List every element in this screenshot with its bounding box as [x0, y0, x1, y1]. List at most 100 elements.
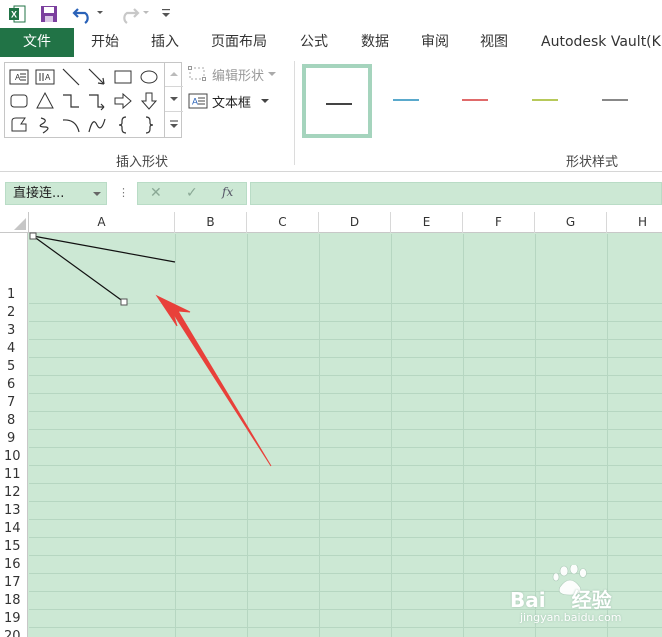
gridline — [29, 411, 662, 412]
formula-bar-resize-handle[interactable]: ⋮ — [118, 186, 129, 199]
svg-text:A: A — [45, 73, 51, 82]
edit-shape-button[interactable]: 编辑形状 — [188, 65, 277, 84]
cancel-icon[interactable]: ✕ — [150, 185, 162, 201]
shape-style-1[interactable] — [302, 64, 372, 138]
tab-review[interactable]: 审阅 — [421, 28, 449, 57]
select-all-button[interactable] — [0, 212, 29, 233]
column-header[interactable]: F — [463, 212, 535, 233]
gridline — [463, 234, 464, 637]
shape-style-3[interactable] — [446, 64, 516, 138]
expand-gallery-icon — [170, 120, 178, 128]
row-header[interactable]: 2 — [0, 305, 28, 320]
watermark-url: jingyan.baidu.com — [520, 611, 622, 624]
rounded-rectangle-shape-icon[interactable] — [8, 90, 30, 112]
freeform-shape-icon[interactable] — [8, 114, 30, 136]
shape-style-2[interactable] — [374, 64, 444, 138]
tab-autodesk-vault[interactable]: Autodesk Vault(K — [541, 28, 661, 57]
row-header[interactable]: 7 — [0, 395, 28, 410]
row-header[interactable]: 13 — [0, 503, 28, 518]
shape-style-5[interactable] — [590, 64, 660, 138]
chevron-down-icon[interactable] — [93, 191, 101, 197]
triangle-shape-icon[interactable] — [34, 90, 56, 112]
gridline — [29, 555, 662, 556]
redo-dropdown-icon[interactable] — [142, 8, 150, 18]
arrow-line-shape-icon[interactable] — [86, 66, 108, 88]
select-all-triangle-icon — [14, 218, 26, 230]
redo-icon[interactable] — [118, 4, 140, 24]
undo-dropdown-icon[interactable] — [96, 8, 104, 18]
column-header[interactable]: D — [319, 212, 391, 233]
gridline — [29, 321, 662, 322]
oval-shape-icon[interactable] — [138, 66, 160, 88]
tab-data[interactable]: 数据 — [361, 28, 389, 57]
shape-styles-group-label: 形状样式 — [566, 155, 619, 170]
customize-toolbar-icon[interactable] — [160, 7, 172, 19]
curve-shape-icon[interactable] — [86, 114, 108, 136]
row-header[interactable]: 14 — [0, 521, 28, 536]
row-header[interactable]: 17 — [0, 575, 28, 590]
column-header[interactable]: A — [29, 212, 175, 233]
formula-bar: 直接连... ⋮ ✕ ✓ fx — [0, 172, 662, 212]
shape-gallery-scroll — [164, 62, 183, 138]
shape-style-4[interactable] — [518, 64, 588, 138]
gallery-more-button[interactable] — [165, 112, 183, 137]
row-header[interactable]: 15 — [0, 539, 28, 554]
row-header[interactable]: 12 — [0, 485, 28, 500]
gridline — [29, 447, 662, 448]
rectangle-shape-icon[interactable] — [112, 66, 134, 88]
enter-icon[interactable]: ✓ — [186, 185, 198, 201]
gallery-scroll-up-button[interactable] — [165, 62, 183, 87]
row-header[interactable]: 16 — [0, 557, 28, 572]
column-header[interactable]: B — [175, 212, 247, 233]
elbow-connector-shape-icon[interactable] — [60, 90, 82, 112]
formula-input[interactable] — [250, 182, 662, 205]
row-header[interactable]: 10 — [0, 449, 28, 464]
down-arrow-shape-icon[interactable] — [138, 90, 160, 112]
row-header[interactable]: 5 — [0, 359, 28, 374]
tab-insert[interactable]: 插入 — [151, 28, 179, 57]
row-header[interactable]: 11 — [0, 467, 28, 482]
right-brace-shape-icon[interactable] — [138, 114, 160, 136]
row-header[interactable]: 4 — [0, 341, 28, 356]
gridline — [29, 537, 662, 538]
row-header[interactable]: 20 — [0, 629, 28, 637]
save-icon[interactable] — [40, 5, 58, 23]
tab-file[interactable]: 文件 — [0, 28, 74, 57]
row-header[interactable]: 9 — [0, 431, 28, 446]
undo-icon[interactable] — [72, 4, 94, 24]
gallery-scroll-down-button[interactable] — [165, 87, 183, 112]
line-shape-icon[interactable] — [60, 66, 82, 88]
name-box[interactable]: 直接连... — [5, 182, 107, 205]
row-header[interactable]: 3 — [0, 323, 28, 338]
column-header[interactable]: G — [535, 212, 607, 233]
vertical-text-box-shape-icon[interactable]: A — [34, 66, 56, 88]
insert-function-icon[interactable]: fx — [222, 185, 233, 199]
elbow-arrow-connector-shape-icon[interactable] — [86, 90, 108, 112]
row-header[interactable]: 6 — [0, 377, 28, 392]
gridline — [29, 519, 662, 520]
text-box-button[interactable]: A 文本框 — [188, 92, 270, 111]
gridline — [391, 234, 392, 637]
row-header[interactable]: 18 — [0, 593, 28, 608]
right-arrow-shape-icon[interactable] — [112, 90, 134, 112]
tab-home[interactable]: 开始 — [91, 28, 119, 57]
left-brace-shape-icon[interactable] — [112, 114, 134, 136]
gridline — [29, 483, 662, 484]
group-separator — [294, 61, 295, 165]
shape-styles-gallery — [298, 62, 662, 140]
row-header[interactable]: 19 — [0, 611, 28, 626]
scribble-shape-icon[interactable] — [34, 114, 56, 136]
tab-view[interactable]: 视图 — [480, 28, 508, 57]
tab-formulas[interactable]: 公式 — [300, 28, 328, 57]
shape-style-2-swatch — [393, 99, 419, 101]
chevron-down-icon — [261, 99, 270, 103]
column-header[interactable]: E — [391, 212, 463, 233]
text-box-shape-icon[interactable]: A — [8, 66, 30, 88]
column-header[interactable]: C — [247, 212, 319, 233]
row-header[interactable]: 1 — [0, 287, 28, 302]
arc-shape-icon[interactable] — [60, 114, 82, 136]
excel-logo-icon[interactable]: X — [8, 5, 26, 23]
column-header[interactable]: H — [607, 212, 662, 233]
tab-page-layout[interactable]: 页面布局 — [211, 28, 267, 57]
row-header[interactable]: 8 — [0, 413, 28, 428]
